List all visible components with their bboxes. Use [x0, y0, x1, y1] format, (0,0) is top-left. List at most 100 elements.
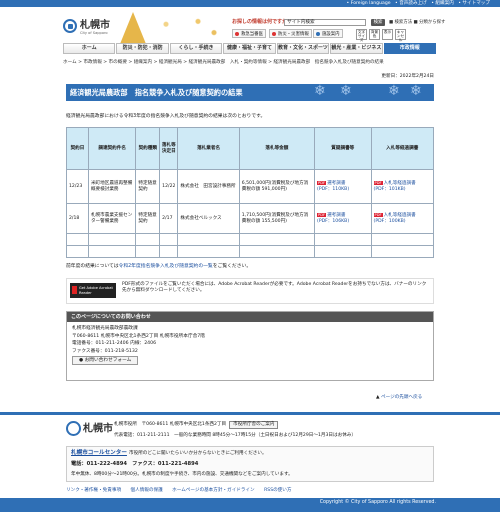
results-table: 契約日 調達契約件名 契約種類 落札等決定日 落札業者名 落札等金額 質疑調書等…: [66, 127, 435, 258]
qa-document-size[interactable]: (PDF：110KB): [317, 187, 349, 192]
emergency-doctor-button[interactable]: 救急当番医: [232, 29, 266, 38]
inquiry-heading: このページについてのお問い合わせ: [67, 312, 433, 322]
footer-link-privacy[interactable]: 個人情報の保護: [131, 488, 163, 493]
city-emblem-icon: [63, 19, 77, 33]
organization-link[interactable]: • 組織案内: [431, 1, 454, 6]
inquiry-form-button[interactable]: ● お問い合わせフォーム: [72, 356, 139, 366]
city-hall-guide-button[interactable]: 市役所庁舎のご案内: [229, 421, 279, 429]
sitemap-link[interactable]: • サイトマップ: [458, 1, 490, 6]
bid-document-link[interactable]: 入札等経過調書: [384, 213, 416, 218]
col-header: 契約日: [66, 127, 89, 170]
inquiry-phone: 電話番号：011-211-2406 内線：2406: [72, 341, 157, 347]
disaster-label: 防災・災害情報: [278, 32, 309, 37]
footer-links: リンク・著作権・免責事項 個人情報の保護 ホームページの基本方針・ガイドライン …: [66, 488, 446, 494]
qa-document-cell: PDF 選考調書 (PDF：110KB): [314, 169, 372, 204]
nav-education[interactable]: 教育・文化・スポーツ: [276, 43, 330, 54]
nav-tourism[interactable]: 観光・産業・ビジネス: [330, 43, 383, 54]
note-prefix: 前年度の結果については: [66, 264, 119, 269]
contract-name: 米町地区農道再整備概要検討業務: [87, 169, 137, 204]
call-center-box: 札幌市コールセンター 市役所のどこに聞いたらいいか分からないときにご利用ください…: [66, 446, 434, 482]
search-label: お探しの情報は何ですか。: [232, 19, 292, 25]
copyright-bar: Copyright © City of Sapporo All rights R…: [0, 498, 500, 512]
inquiry-fax: ファクス番号：011-218-5132: [72, 348, 138, 354]
footer-link-policy[interactable]: ホームページの基本方針・ガイドライン: [172, 488, 254, 493]
previous-year-link[interactable]: 令和2年度指名競争入札及び随意契約の一覧: [119, 264, 213, 269]
bg-color-button[interactable]: 背景色: [369, 29, 380, 40]
col-header: 落札等決定日: [159, 127, 179, 170]
footer-logo[interactable]: 札幌市: [66, 421, 113, 436]
adobe-reader-box: Get Adobe Acrobat Reader PDF形式のファイルをご覧いた…: [66, 278, 434, 304]
snowflake-icon: ❄: [410, 83, 422, 99]
christmas-tree-decoration: [120, 10, 146, 44]
pdf-icon: PDF: [373, 180, 383, 185]
facility-guide-button[interactable]: 施設案内: [313, 29, 343, 38]
footer-address-text: 札幌市役所 〒060-8611 札幌市中央区北1条西2丁目: [114, 422, 227, 427]
decision-date: 12/22: [159, 169, 179, 204]
vendor-name: 株式会社ベルックス: [177, 203, 240, 234]
disaster-info-button[interactable]: 防災・災害情報: [269, 29, 312, 38]
bid-document-size[interactable]: (PDF：101KB): [374, 187, 406, 192]
breadcrumb[interactable]: ホーム > 市政情報 > 市の概要 > 組織案内 > 経済観光局 > 経済観光局…: [63, 60, 436, 66]
nav-living[interactable]: くらし・手続き: [169, 43, 223, 54]
cancel-button[interactable]: キャンセル: [395, 29, 406, 42]
qa-document-size[interactable]: (PDF：106KB): [317, 219, 349, 224]
snowflake-icon: ❄: [314, 83, 326, 99]
table-row: 2/18 札幌市農業支援センター警備業務 特定随意契約 2/17 株式会社ベルッ…: [66, 203, 435, 234]
global-nav: ホーム 防災・防犯・消防 くらし・手続き 健康・福祉・子育て 教育・文化・スポー…: [63, 43, 436, 54]
page-title-bar: 経済観光局農政部 指名競争入札及び随意契約の結果 ❄ ❄ ❄ ❄: [66, 83, 434, 101]
qa-document-link[interactable]: 選考調書: [327, 213, 345, 218]
search-input[interactable]: サイト内検索: [284, 19, 366, 26]
pdf-icon: PDF: [373, 212, 383, 217]
col-header: 質疑調書等: [314, 127, 372, 170]
inquiry-box: このページについてのお問い合わせ 札幌市経済観光局農政部農政課 〒060-861…: [66, 311, 434, 381]
page-top-link[interactable]: ▲ ページの先頭へ戻る: [376, 395, 422, 401]
col-header: 落札等金額: [238, 127, 316, 170]
foreign-language-link[interactable]: • Foreign language: [347, 1, 391, 6]
previous-year-note: 前年度の結果については令和2年度指名競争入札及び随意契約の一覧をご覧ください。: [66, 264, 251, 270]
adobe-reader-text: PDF形式のファイルをご覧いただく場合には、Adobe Acrobat Read…: [122, 282, 427, 293]
nav-city-admin[interactable]: 市政情報: [383, 43, 436, 54]
table-header-row: 契約日 調達契約件名 契約種類 落札等決定日 落札業者名 落札等金額 質疑調書等…: [66, 127, 435, 170]
bid-document-cell: PDF 入札等経過調書 (PDF：100KB): [370, 203, 435, 234]
pdf-icon: PDF: [317, 180, 327, 185]
contract-date: 12/23: [66, 169, 89, 204]
bid-document-cell: PDF 入札等経過調書 (PDF：101KB): [370, 169, 435, 204]
site-header: 札幌市 City of Sapporo お探しの情報は何ですか。 サイト内検索 …: [0, 7, 500, 44]
nav-home[interactable]: ホーム: [63, 43, 116, 54]
adobe-reader-banner[interactable]: Get Adobe Acrobat Reader: [70, 283, 116, 298]
table-row-empty: [66, 245, 435, 258]
nav-health[interactable]: 健康・福祉・子育て: [223, 43, 276, 54]
nav-disaster[interactable]: 防災・防犯・消防: [116, 43, 169, 54]
search-help-links[interactable]: ■ 検索方法 ■ 分類から探す: [389, 19, 445, 26]
voice-reading-link[interactable]: • 音声読み上げ: [395, 1, 427, 6]
intro-text: 経済観光局農政部における令和3年度の指名競争入札及び随意契約の結果は次のとおりで…: [66, 114, 266, 119]
pdf-icon: PDF: [317, 212, 327, 217]
header-utilities: 救急当番医 防災・災害情報 施設案内 文字サイズ 背景色 表示 キャンセル: [232, 29, 497, 43]
note-suffix: をご覧ください。: [212, 264, 252, 269]
bid-document-link[interactable]: 入札等経過調書: [384, 181, 416, 186]
emergency-label: 救急当番医: [241, 32, 263, 37]
update-date: 更新日：2022年2月24日: [381, 74, 434, 79]
search-button[interactable]: 検索: [371, 19, 385, 26]
inquiry-address: 〒060-8611 札幌市中央区北1条西2丁目 札幌市役所本庁舎7階: [72, 333, 205, 339]
footer-link-copyright[interactable]: リンク・著作権・免責事項: [66, 488, 121, 493]
footer-hours: 代表電話：011-211-2111 一般的な業務時間 8時45分～17時15分（…: [114, 433, 356, 438]
font-size-button[interactable]: 文字サイズ: [356, 29, 367, 42]
contract-amount: 1,710,500円(消費税及び地方消費税の額 155,500円): [238, 203, 316, 234]
col-header: 調達契約件名: [87, 127, 137, 170]
call-center-desc: 市役所のどこに聞いたらいいか分からないときにご利用ください。: [129, 451, 267, 456]
col-header: 契約種類: [135, 127, 161, 170]
contract-type: 特定随意契約: [135, 169, 161, 204]
page-top-label: ページの先頭へ戻る: [381, 395, 423, 400]
emergency-icon: [235, 31, 239, 36]
building-icon: [316, 31, 320, 36]
display-button[interactable]: 表示: [382, 29, 393, 40]
qa-document-link[interactable]: 選考調書: [327, 181, 345, 186]
city-logo[interactable]: 札幌市 City of Sapporo: [63, 19, 113, 41]
inquiry-form-label: お問い合わせフォーム: [84, 358, 132, 364]
call-center-link[interactable]: 札幌市コールセンター: [71, 450, 127, 457]
bid-document-size[interactable]: (PDF：100KB): [374, 219, 406, 224]
footer-link-rss[interactable]: RSSの使い方: [264, 488, 291, 493]
col-header: 落札業者名: [177, 127, 240, 170]
table-row: 12/23 米町地区農道再整備概要検討業務 特定随意契約 12/22 株式会社 …: [66, 169, 435, 204]
